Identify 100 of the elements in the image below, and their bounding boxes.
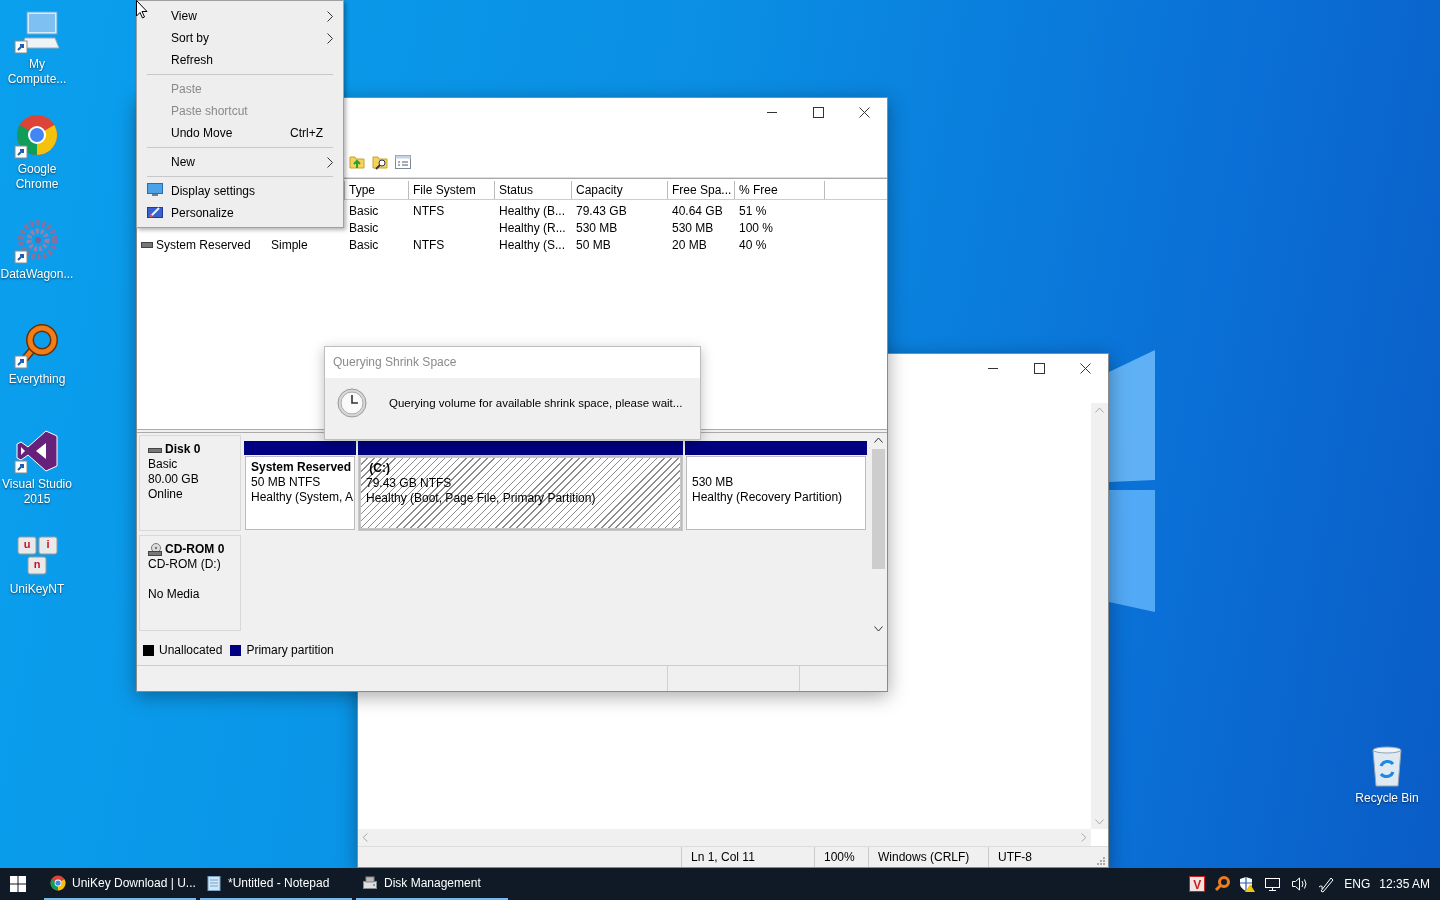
partition-box[interactable]: 530 MB Healthy (Recovery Partition) [685,455,867,532]
close-icon [1079,363,1091,374]
legend-label: Unallocated [159,643,223,659]
desktop-icon-label: Visual Studio 2015 [1,477,73,507]
taskbar-button[interactable]: UniKey Download | U... [44,868,196,900]
table-cell: 79.43 GB [576,203,627,218]
folder-up-icon[interactable] [349,154,365,171]
table-cell: 530 MB [576,220,618,235]
horizontal-scrollbar[interactable] [358,829,1091,846]
table-cell: Healthy (R... [499,220,566,235]
disk-status: Online [148,487,184,503]
column-header[interactable]: File System [409,181,495,200]
menu-item[interactable]: Undo Move Ctrl+Z [139,122,341,144]
computer-icon[interactable] [13,8,61,56]
table-cell: 20 MB [672,237,707,252]
chrome-icon [50,875,66,891]
menu-item[interactable]: Personalize [139,202,341,224]
disk-name: CD-ROM 0 [165,542,225,558]
table-cell: Simple [271,237,308,252]
table-cell: Healthy (B... [499,203,566,218]
column-header[interactable]: Capacity [572,181,668,200]
menu-item[interactable]: Display settings [139,180,341,202]
disk-management-icon [362,875,378,891]
column-header[interactable]: Free Spa... [668,181,735,200]
table-cell: Healthy (S... [499,237,566,252]
legend-label: Primary partition [246,643,334,659]
disk-type: CD-ROM (D:) [148,557,222,573]
menu-item[interactable]: Sort by [139,27,341,49]
input-mode-indicator[interactable]: V [1189,876,1206,892]
status-text: UTF-8 [988,847,1093,867]
vertical-scrollbar[interactable] [1091,403,1108,829]
volume-icon[interactable] [1291,876,1309,892]
menu-item[interactable]: New [139,151,341,173]
pen-icon[interactable] [1317,875,1336,893]
taskbar-button[interactable]: Disk Management [356,868,508,900]
scroll-right-icon [1081,833,1087,842]
desktop-icon-label: Google Chrome [14,162,60,192]
magnifier-icon[interactable] [13,323,61,371]
gear-icon[interactable] [13,218,61,266]
notepad-icon [206,875,222,891]
partition-info: Healthy (Recovery Partition) [692,490,844,506]
dialog-title: Querying Shrink Space [325,347,700,378]
status-text: Windows (CRLF) [868,847,988,867]
windows-logo-icon [10,876,26,892]
disk-type: Basic [148,457,179,473]
display-icon [147,183,163,197]
disk-status: No Media [148,587,201,603]
table-cell: 100 % [739,220,774,235]
vertical-scrollbar[interactable] [870,433,887,637]
partition-box[interactable]: (C:) 79.43 GB NTFS Healthy (Boot, Page File, Primary Partition) [358,455,683,532]
partition-info: 50 MB NTFS [251,475,322,491]
key-letter: u [23,538,31,551]
partition-box[interactable]: System Reserved 50 MB NTFS Healthy (System, A [244,455,356,532]
disk-drive-icon [148,445,162,454]
menu-item[interactable]: Refresh [139,49,341,71]
scroll-left-icon [362,833,368,842]
maximize-icon [1033,363,1045,374]
disk-name: Disk 0 [165,442,201,458]
close-icon [858,107,870,118]
table-cell: 50 MB [576,237,611,252]
properties-icon[interactable] [395,155,411,170]
desktop-icon-label: UniKeyNT [8,582,66,597]
column-header[interactable]: % Free [735,181,825,200]
table-cell: Basic [349,220,379,235]
status-text: Ln 1, Col 11 [681,847,814,867]
maximize-icon [812,107,824,118]
status-text: 100% [814,847,868,867]
desktop-icon-label: Everything [7,372,67,387]
table-cell: 530 MB [672,220,714,235]
scroll-down-icon [874,626,883,633]
mouse-cursor-icon [136,0,148,19]
column-header[interactable]: Status [495,181,572,200]
folder-search-icon[interactable] [372,154,388,171]
scroll-up-icon [1095,407,1104,413]
table-cell: 40 % [739,237,767,252]
table-cell: 40.64 GB [672,203,723,218]
key-letter: n [33,558,41,571]
taskbar-button[interactable]: *Untitled - Notepad [200,868,352,900]
partition-info: 79.43 GB NTFS [366,476,453,492]
table-cell: System Reserved [156,237,251,253]
desktop-icon-label: Recycle Bin [1354,791,1420,806]
visual-studio-icon[interactable] [13,428,61,476]
shield-warning-icon[interactable] [1239,876,1256,892]
column-header[interactable]: Type [345,181,409,200]
personalize-icon [147,205,163,219]
partition-title: (C:) [368,461,391,477]
table-cell: NTFS [413,203,445,218]
resize-grip-icon [1095,855,1105,865]
network-icon[interactable] [1264,876,1283,892]
partition-title: System Reserved [251,460,349,476]
clock-time[interactable]: 12:35 AM [1379,876,1430,892]
search-icon[interactable] [1214,876,1231,892]
desktop-icon-label: My Compute... [6,57,68,87]
table-cell: 51 % [739,203,767,218]
scroll-up-icon [874,437,883,444]
language-indicator[interactable]: ENG [1344,876,1371,892]
desktop-icon-label: DataWagon... [0,267,74,282]
key-letter: i [45,538,51,551]
table-cell: Basic [349,237,379,252]
scrollbar-thumb[interactable] [872,449,885,570]
